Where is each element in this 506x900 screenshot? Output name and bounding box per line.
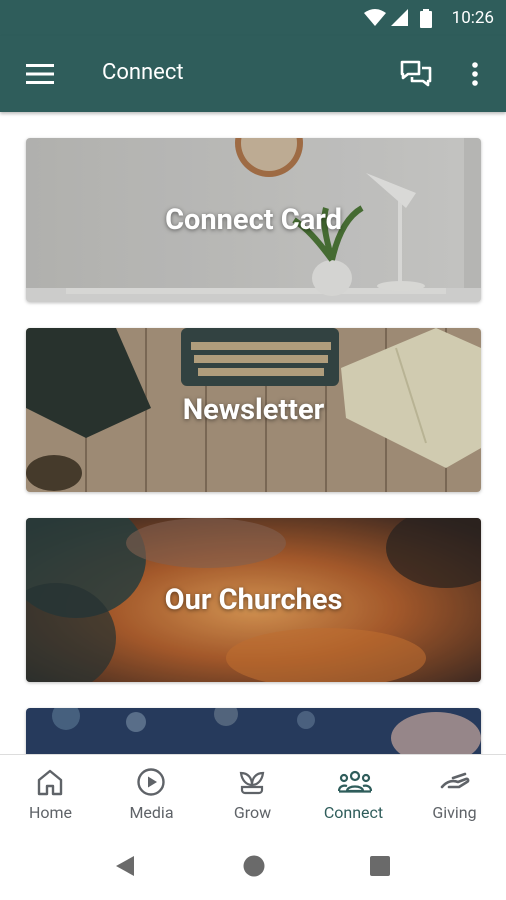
card-label xyxy=(26,708,481,754)
recents-icon[interactable] xyxy=(370,856,390,876)
chat-button[interactable] xyxy=(398,56,434,92)
partial-tile[interactable] xyxy=(26,708,481,754)
status-time: 10:26 xyxy=(451,8,494,28)
nav-home[interactable]: Home xyxy=(0,755,101,833)
home-circle-icon[interactable] xyxy=(242,854,266,878)
nav-grow-label: Grow xyxy=(233,803,272,822)
nav-giving-label: Giving xyxy=(432,803,477,822)
more-options-button[interactable] xyxy=(457,56,493,92)
card-label: Our Churches xyxy=(164,583,343,617)
play-circle-icon xyxy=(137,768,165,796)
nav-home-label: Home xyxy=(28,803,73,822)
system-navigation-bar xyxy=(0,832,506,900)
sprout-icon xyxy=(239,771,265,795)
nav-media[interactable]: Media xyxy=(101,755,202,833)
bottom-navigation: Home Media Grow Connect Giving xyxy=(0,754,506,833)
app-bar: Connect xyxy=(0,36,506,112)
card-label: Newsletter xyxy=(182,393,325,427)
wifi-icon xyxy=(364,9,386,26)
nav-connect-label: Connect xyxy=(323,803,384,822)
nav-grow[interactable]: Grow xyxy=(202,755,303,833)
more-vert-icon xyxy=(472,62,478,86)
card-list: Connect Card Newsletter Our Churches xyxy=(0,112,506,754)
hand-icon xyxy=(440,772,470,789)
status-bar: 10:26 xyxy=(0,0,506,36)
back-icon[interactable] xyxy=(114,854,136,878)
page-title: Connect xyxy=(102,60,184,85)
menu-button[interactable] xyxy=(22,56,58,92)
nav-giving[interactable]: Giving xyxy=(404,755,505,833)
cellular-icon xyxy=(391,9,408,26)
chat-icon xyxy=(400,60,432,87)
newsletter-tile[interactable]: Newsletter xyxy=(26,328,481,492)
connect-card-tile[interactable]: Connect Card xyxy=(26,138,481,302)
battery-icon xyxy=(420,9,432,28)
nav-connect[interactable]: Connect xyxy=(303,755,404,833)
card-label: Connect Card xyxy=(165,203,342,237)
home-icon xyxy=(37,769,63,796)
menu-icon xyxy=(26,64,54,84)
our-churches-tile[interactable]: Our Churches xyxy=(26,518,481,682)
nav-media-label: Media xyxy=(129,803,174,822)
people-icon xyxy=(338,770,372,793)
